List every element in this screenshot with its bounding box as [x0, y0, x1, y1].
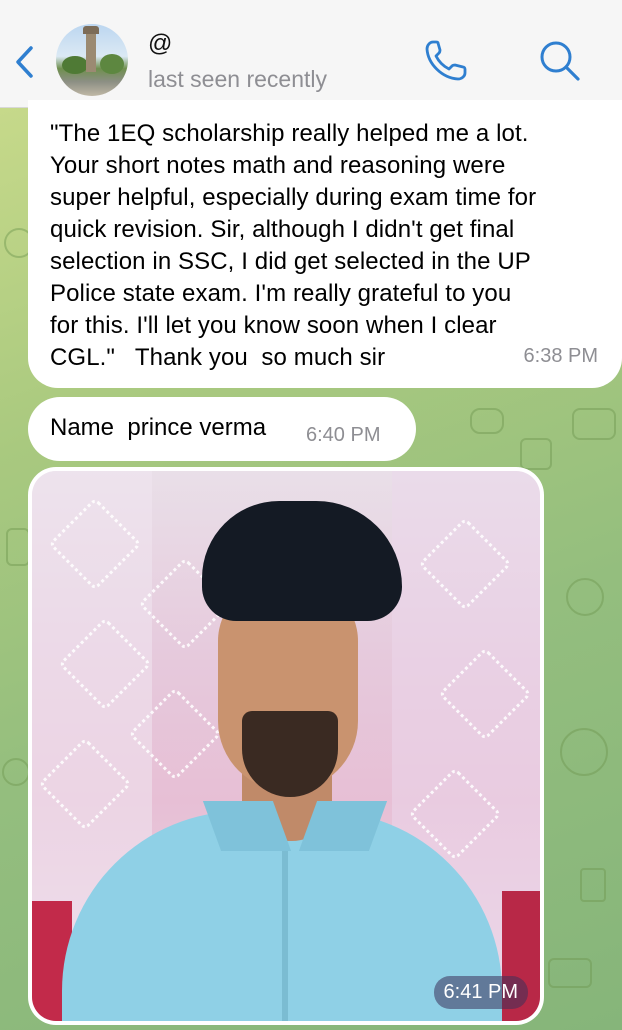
message-time: 6:41 PM: [433, 976, 528, 1009]
message-text: "The 1EQ scholarship really helped me a …: [50, 120, 537, 371]
search-button[interactable]: [536, 38, 584, 84]
search-icon: [540, 41, 580, 81]
photo[interactable]: 6:41 PM: [32, 471, 540, 1021]
call-button[interactable]: [422, 38, 472, 84]
chevron-left-icon: [16, 46, 33, 78]
photo-message[interactable]: 6:41 PM: [28, 467, 544, 1025]
message-text: Name prince verma: [50, 414, 267, 441]
phone-icon: [425, 40, 467, 81]
chat-header: @ last seen recently: [0, 0, 622, 108]
message-bubble[interactable]: "The 1EQ scholarship really helped me a …: [28, 100, 622, 388]
message-bubble[interactable]: Name prince verma 6:40 PM: [28, 397, 416, 461]
back-button[interactable]: [10, 42, 38, 82]
avatar[interactable]: [56, 24, 128, 96]
message-time: 6:40 PM: [306, 424, 381, 446]
chat-title[interactable]: @: [148, 30, 172, 58]
message-time: 6:38 PM: [523, 345, 598, 367]
last-seen-status: last seen recently: [148, 66, 327, 92]
